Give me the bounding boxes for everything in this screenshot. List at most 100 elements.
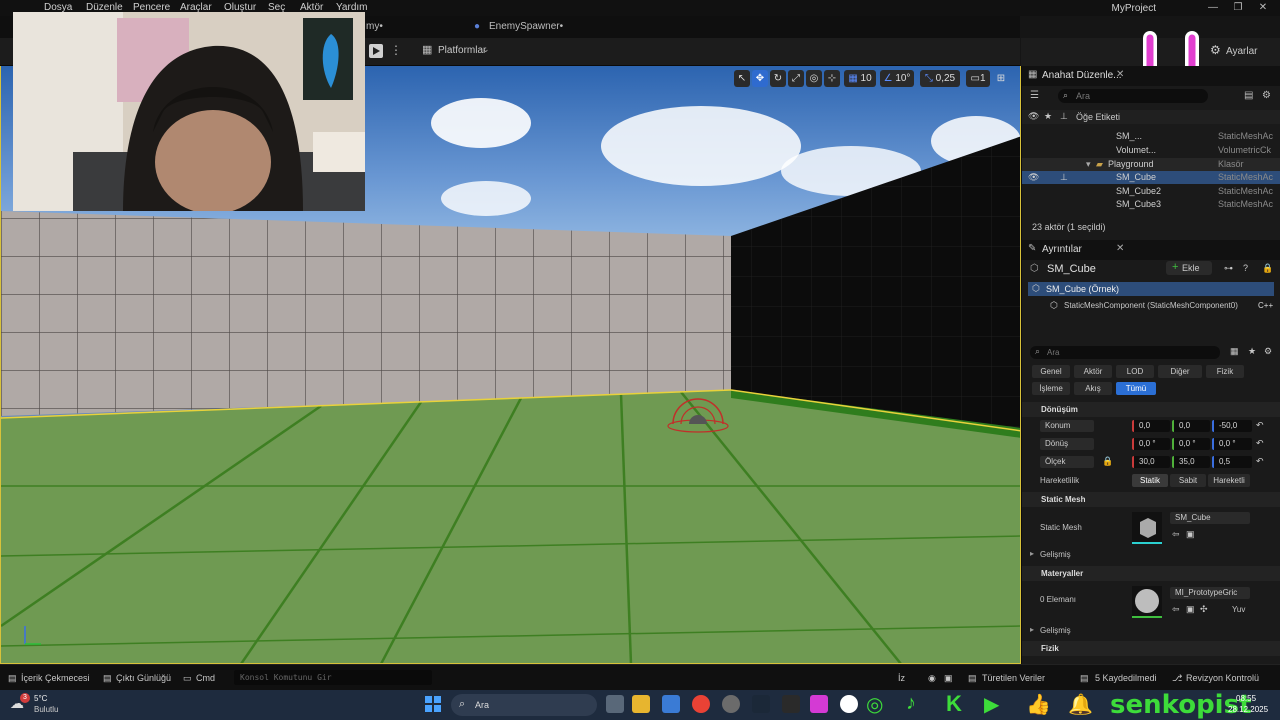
- trace-button[interactable]: İz: [898, 673, 905, 683]
- location-x-input[interactable]: 0,0: [1132, 420, 1170, 432]
- reset-icon[interactable]: ↶: [1256, 456, 1264, 467]
- file-explorer-icon[interactable]: [632, 695, 650, 713]
- screenshot-icon[interactable]: ▣: [944, 673, 953, 684]
- obs-icon[interactable]: [722, 695, 740, 713]
- clock-time[interactable]: 08:55: [1236, 694, 1256, 703]
- list-item-folder[interactable]: ▾ ▰ Playground Klasör: [1022, 158, 1280, 171]
- scale-x-input[interactable]: 30,0: [1132, 456, 1170, 468]
- select-mode-button[interactable]: ↖: [734, 70, 750, 87]
- steam-icon[interactable]: [752, 695, 770, 713]
- revision-control-button[interactable]: Revizyon Kontrolü: [1186, 673, 1259, 683]
- outliner-search-input[interactable]: ⌕ Ara: [1058, 89, 1208, 103]
- unsaved-count[interactable]: 5 Kaydedilmedi: [1095, 673, 1157, 683]
- move-mode-button[interactable]: ✥: [752, 70, 768, 87]
- section-static-mesh[interactable]: Static Mesh: [1022, 492, 1280, 507]
- browse-icon[interactable]: ⇦: [1172, 529, 1180, 540]
- add-folder-icon[interactable]: ▤: [1244, 90, 1253, 101]
- location-z-input[interactable]: -50,0: [1212, 420, 1252, 432]
- viewport-layout-icon[interactable]: ⊞: [993, 70, 1009, 87]
- record-icon[interactable]: ◉: [928, 673, 936, 684]
- lock-icon[interactable]: 🔒: [1102, 456, 1113, 467]
- grid-snap-button[interactable]: ▦ 10: [844, 70, 876, 87]
- help-icon[interactable]: ?: [1243, 263, 1248, 273]
- section-physics[interactable]: Fizik: [1022, 641, 1280, 656]
- advanced-mesh-toggle[interactable]: Gelişmiş: [1040, 550, 1071, 559]
- list-item-selected[interactable]: 👁 ⊥ SM_Cube StaticMeshAc: [1022, 171, 1280, 184]
- filter-lod[interactable]: LOD: [1116, 365, 1154, 378]
- list-item[interactable]: SM_... StaticMeshAc: [1022, 130, 1280, 143]
- scale-dropdown[interactable]: Ölçek: [1040, 456, 1094, 468]
- mobility-movable[interactable]: Hareketli: [1208, 474, 1250, 487]
- mobility-static[interactable]: Statik: [1132, 474, 1168, 487]
- task-view-icon[interactable]: [606, 695, 624, 713]
- lock-icon[interactable]: 🔒: [1262, 263, 1273, 274]
- maximize-icon[interactable]: ❐: [1229, 2, 1247, 14]
- close-icon[interactable]: ✕: [1116, 243, 1124, 254]
- weather-temp[interactable]: 5°C: [34, 694, 47, 703]
- tab-outliner[interactable]: Anahat Düzenle...: [1042, 70, 1122, 81]
- taskbar-search[interactable]: ⌕ Ara: [451, 694, 597, 716]
- reset-icon[interactable]: ↶: [1256, 438, 1264, 449]
- weather-desc[interactable]: Bulutlu: [34, 705, 58, 714]
- filter-rendering[interactable]: İşleme: [1032, 382, 1070, 395]
- list-item[interactable]: SM_Cube3 StaticMeshAc: [1022, 198, 1280, 211]
- scale-snap-button[interactable]: ⤡ 0,25: [920, 70, 960, 87]
- rotation-y-input[interactable]: 0,0 °: [1172, 438, 1210, 450]
- derived-data-button[interactable]: Türetilen Veriler: [982, 673, 1045, 683]
- eye-icon[interactable]: 👁: [1028, 172, 1039, 183]
- list-item[interactable]: SM_Cube2 StaticMeshAc: [1022, 185, 1280, 198]
- app-icon[interactable]: [810, 695, 828, 713]
- scale-mode-button[interactable]: ⤢: [788, 70, 804, 87]
- browse-icon[interactable]: ⇦: [1172, 604, 1180, 615]
- camera-speed-button[interactable]: ▭1: [966, 70, 990, 87]
- content-drawer-button[interactable]: İçerik Çekmecesi: [21, 673, 90, 683]
- find-icon[interactable]: ▣: [1186, 604, 1195, 615]
- scale-z-input[interactable]: 0,5: [1212, 456, 1252, 468]
- component-row[interactable]: StaticMeshComponent (StaticMeshComponent…: [1064, 301, 1238, 310]
- world-space-button[interactable]: ◎: [806, 70, 822, 87]
- static-mesh-select[interactable]: SM_Cube: [1170, 512, 1250, 524]
- location-y-input[interactable]: 0,0: [1172, 420, 1210, 432]
- output-log-button[interactable]: Çıktı Günlüğü: [116, 673, 171, 683]
- rotation-z-input[interactable]: 0,0 °: [1212, 438, 1252, 450]
- platforms-button[interactable]: Platformlar: [438, 45, 486, 56]
- filter-physics[interactable]: Fizik: [1206, 365, 1244, 378]
- clock-date[interactable]: 28.12.2025: [1228, 705, 1268, 714]
- start-button[interactable]: [425, 696, 441, 712]
- add-component-button[interactable]: + Ekle: [1166, 261, 1212, 275]
- reset-icon[interactable]: ↶: [1256, 420, 1264, 431]
- more-options-icon[interactable]: ⋮: [390, 43, 402, 57]
- close-window-icon[interactable]: ✕: [1254, 2, 1272, 14]
- minimize-icon[interactable]: —: [1204, 2, 1222, 14]
- filter-streaming[interactable]: Akış: [1074, 382, 1112, 395]
- console-input[interactable]: Konsol Komutunu Gir: [234, 670, 432, 685]
- unreal-icon[interactable]: [840, 695, 858, 713]
- close-icon[interactable]: ✕: [1116, 69, 1124, 80]
- tab-partial[interactable]: my•: [366, 21, 383, 32]
- pin-icon[interactable]: ⊥: [1060, 172, 1068, 183]
- tab-enemy-spawner[interactable]: EnemySpawner•: [489, 21, 563, 32]
- angle-snap-button[interactable]: ∠ 10°: [880, 70, 914, 87]
- settings-icon[interactable]: ⚙: [1264, 346, 1272, 357]
- filter-icon[interactable]: ☰: [1030, 90, 1039, 101]
- list-item[interactable]: Volumet... VolumetricCk: [1022, 144, 1280, 157]
- rotation-dropdown[interactable]: Dönüş: [1040, 438, 1094, 450]
- surface-snap-button[interactable]: ⊹: [824, 70, 840, 87]
- cmd-dropdown[interactable]: Cmd: [196, 673, 215, 683]
- blueprint-icon[interactable]: ⊶: [1224, 263, 1233, 274]
- chrome-icon[interactable]: [692, 695, 710, 713]
- star-icon[interactable]: ★: [1248, 346, 1256, 357]
- filter-general[interactable]: Genel: [1032, 365, 1070, 378]
- rotation-x-input[interactable]: 0,0 °: [1132, 438, 1170, 450]
- advanced-material-toggle[interactable]: Gelişmiş: [1040, 626, 1071, 635]
- options-icon[interactable]: ✣: [1200, 604, 1208, 615]
- filter-actor[interactable]: Aktör: [1074, 365, 1112, 378]
- store-icon[interactable]: [662, 695, 680, 713]
- section-transform[interactable]: Dönüşüm: [1022, 402, 1280, 417]
- filter-all[interactable]: Tümü: [1116, 382, 1156, 395]
- details-instance-row[interactable]: ⬡ SM_Cube (Örnek): [1028, 282, 1274, 296]
- location-dropdown[interactable]: Konum: [1040, 420, 1094, 432]
- rotate-mode-button[interactable]: ↻: [770, 70, 786, 87]
- item-label-column[interactable]: Öğe Etiketi: [1076, 112, 1120, 122]
- filter-other[interactable]: Diğer: [1158, 365, 1202, 378]
